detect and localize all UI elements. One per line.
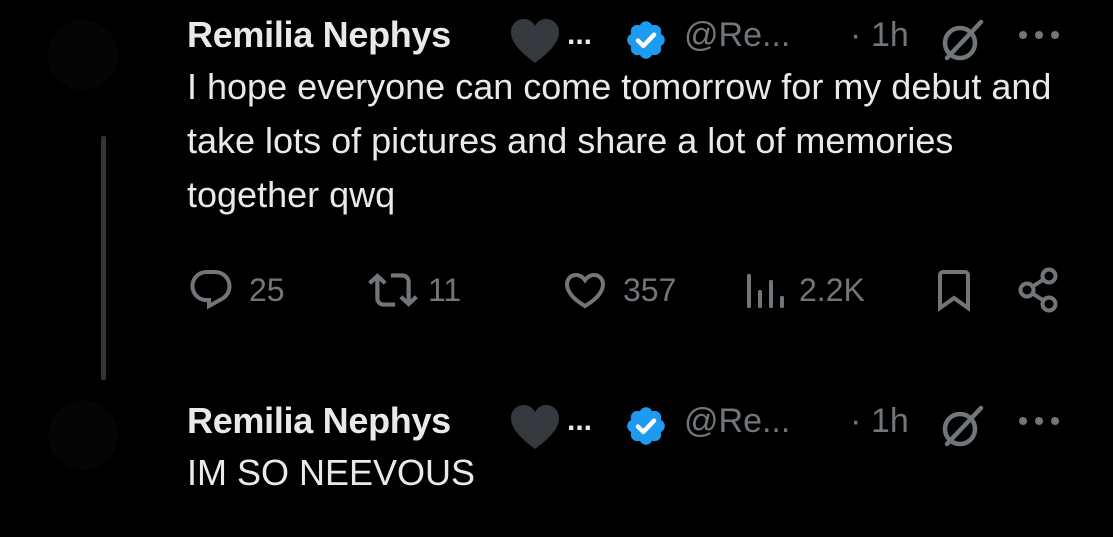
thread-connector-line [101,136,106,380]
bookmark-button[interactable] [930,262,978,318]
handle[interactable]: @Re... [684,11,790,59]
timestamp[interactable]: 1h [871,397,909,445]
dot-separator: · [850,402,862,440]
like-heart-icon [561,266,609,314]
repost-button[interactable]: 11 [368,262,461,318]
like-button[interactable]: 357 [561,262,676,318]
bookmark-icon [930,266,978,314]
avatar[interactable] [48,400,118,470]
avatar[interactable] [48,20,118,90]
repost-count: 11 [428,271,462,308]
display-name[interactable]: Remilia Nephys [187,11,451,59]
tweet-text: IM SO NEEVOUS [187,452,476,493]
share-nodes-icon [1015,266,1063,314]
grok-icon[interactable] [939,17,987,65]
more-options-icon[interactable] [1015,409,1063,433]
grok-icon[interactable] [939,403,987,451]
black-heart-icon [510,19,560,65]
tweet-header: Remilia Nephys ... @Re... · 1h [187,11,1087,63]
verified-badge-icon[interactable] [624,404,668,448]
tweet-header: Remilia Nephys ... @Re... · 1h [187,397,1087,449]
timestamp[interactable]: 1h [871,11,909,59]
verified-badge-icon[interactable] [624,18,668,62]
more-options-icon[interactable] [1015,23,1063,47]
black-heart-icon [510,405,560,451]
tweet-thread: Remilia Nephys ... @Re... · 1h I hope ev… [0,0,1113,537]
display-name[interactable]: Remilia Nephys [187,397,451,445]
reply-button[interactable]: 25 [187,262,285,318]
name-truncation-ellipsis: ... [567,404,593,437]
repost-icon [368,265,418,315]
reply-count: 25 [249,271,285,308]
dot-separator: · [850,16,862,54]
like-count: 357 [623,271,677,308]
tweet[interactable]: Remilia Nephys ... @Re... · 1h [187,397,1087,500]
tweet[interactable]: Remilia Nephys ... @Re... · 1h [187,11,1087,318]
name-truncation-ellipsis: ... [567,18,593,51]
views-chart-icon [745,266,791,314]
tweet-actions: 25 11 357 2.2K [187,262,1087,318]
view-count: 2.2K [799,271,865,308]
reply-icon [187,266,235,314]
handle[interactable]: @Re... [684,397,790,445]
share-button[interactable] [1015,262,1063,318]
views-button[interactable]: 2.2K [745,262,865,318]
tweet-text: I hope everyone can come tomorrow for my… [187,66,1052,215]
